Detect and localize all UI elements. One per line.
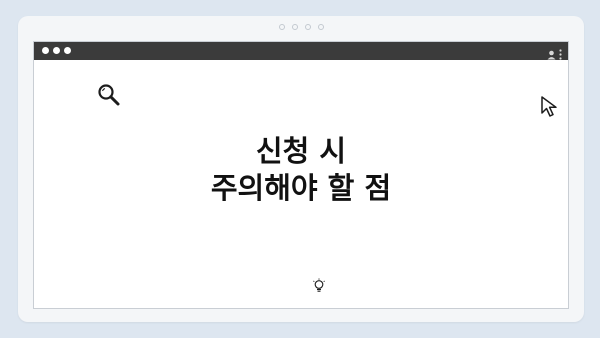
pager-dot[interactable] <box>291 24 298 30</box>
pager-dot[interactable] <box>304 24 311 30</box>
browser-window: 신청 시 주의해야 할 점 <box>33 41 569 309</box>
outer-frame: 신청 시 주의해야 할 점 <box>18 16 584 322</box>
pager-dot[interactable] <box>317 24 324 30</box>
headline: 신청 시 주의해야 할 점 <box>34 133 568 207</box>
pager-dot[interactable] <box>278 24 285 30</box>
content-area: 신청 시 주의해야 할 점 <box>34 60 568 309</box>
window-control-close[interactable] <box>42 47 49 54</box>
cursor-icon <box>540 95 562 123</box>
window-control-minimize[interactable] <box>53 47 60 54</box>
headline-line-2: 주의해야 할 점 <box>210 171 392 205</box>
search-icon[interactable] <box>96 82 122 112</box>
pager-dots <box>18 24 584 30</box>
lightbulb-icon <box>312 278 326 298</box>
title-bar <box>34 42 568 60</box>
window-controls <box>42 47 71 54</box>
headline-line-1: 신청 시 <box>255 134 347 168</box>
window-control-maximize[interactable] <box>64 47 71 54</box>
